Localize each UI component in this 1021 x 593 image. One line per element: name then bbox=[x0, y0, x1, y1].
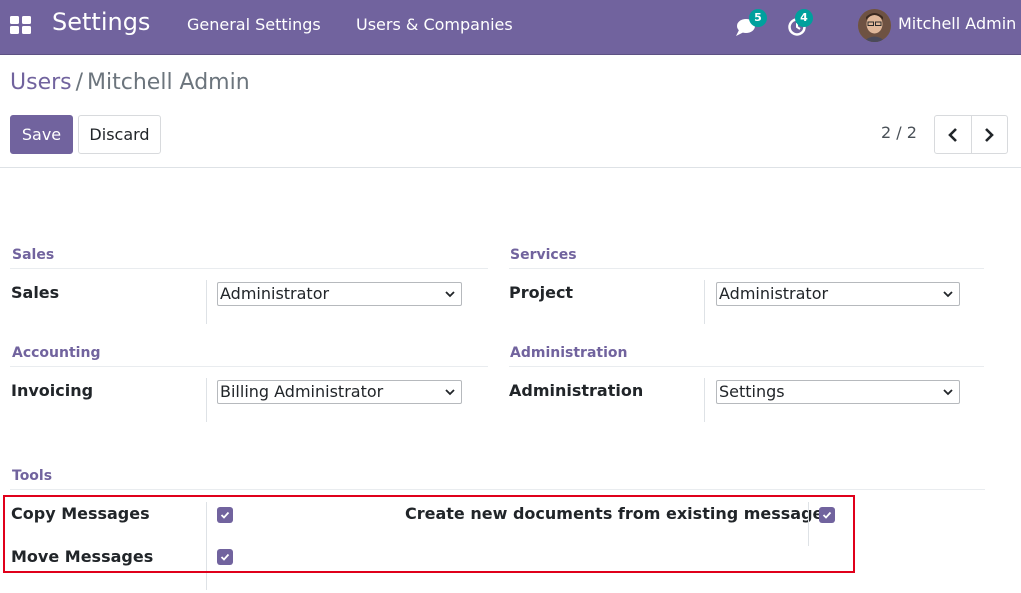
invoicing-access-select[interactable]: Billing Administrator bbox=[217, 380, 462, 404]
group-rule-accounting bbox=[10, 366, 488, 367]
activities-badge: 4 bbox=[795, 9, 813, 27]
chevron-down-icon bbox=[445, 291, 455, 298]
breadcrumb: Users / Mitchell Admin bbox=[10, 70, 250, 95]
control-panel-divider bbox=[0, 167, 1021, 168]
app-title[interactable]: Settings bbox=[52, 8, 150, 36]
messages-badge: 5 bbox=[749, 9, 767, 27]
group-rule-administration bbox=[509, 366, 984, 367]
administration-access-value: Settings bbox=[719, 382, 785, 401]
field-label-project: Project bbox=[509, 283, 574, 302]
chevron-right-icon bbox=[985, 127, 995, 142]
group-rule-services bbox=[509, 268, 984, 269]
breadcrumb-separator: / bbox=[75, 70, 84, 95]
field-label-invoicing: Invoicing bbox=[11, 381, 94, 400]
discard-button[interactable]: Discard bbox=[78, 115, 161, 154]
project-access-value: Administrator bbox=[719, 284, 829, 303]
group-rule-tools bbox=[10, 489, 985, 490]
apps-grid-icon[interactable] bbox=[10, 16, 31, 34]
label-separator bbox=[206, 280, 207, 324]
group-rule-sales bbox=[10, 268, 488, 269]
chevron-left-icon bbox=[947, 127, 957, 142]
pager-buttons bbox=[934, 115, 1008, 154]
label-separator bbox=[206, 378, 207, 422]
field-label-sales: Sales bbox=[11, 283, 60, 302]
messages-button[interactable]: 5 bbox=[733, 9, 767, 42]
sales-access-value: Administrator bbox=[220, 284, 330, 303]
breadcrumb-current: Mitchell Admin bbox=[87, 70, 250, 95]
group-title-tools: Tools bbox=[12, 468, 53, 484]
chevron-down-icon bbox=[943, 291, 953, 298]
group-title-sales: Sales bbox=[12, 247, 55, 263]
group-title-accounting: Accounting bbox=[12, 345, 101, 361]
activities-button[interactable]: 4 bbox=[787, 9, 813, 42]
chevron-down-icon bbox=[943, 389, 953, 396]
menu-general-settings[interactable]: General Settings bbox=[187, 15, 321, 34]
avatar[interactable] bbox=[858, 9, 891, 42]
sales-access-select[interactable]: Administrator bbox=[217, 282, 462, 306]
pager-value[interactable]: 2 / 2 bbox=[881, 123, 917, 142]
project-access-select[interactable]: Administrator bbox=[716, 282, 960, 306]
field-label-administration: Administration bbox=[509, 381, 644, 400]
save-button[interactable]: Save bbox=[10, 115, 73, 154]
group-title-administration: Administration bbox=[510, 345, 628, 361]
top-navbar: Settings General Settings Users & Compan… bbox=[0, 0, 1021, 55]
pager-previous-button[interactable] bbox=[935, 116, 971, 153]
menu-users-companies[interactable]: Users & Companies bbox=[356, 15, 513, 34]
label-separator bbox=[704, 378, 705, 422]
invoicing-access-value: Billing Administrator bbox=[220, 382, 384, 401]
group-title-services: Services bbox=[510, 247, 577, 263]
label-separator bbox=[704, 280, 705, 324]
user-photo-icon bbox=[858, 9, 891, 42]
chevron-down-icon bbox=[445, 389, 455, 396]
user-menu-name[interactable]: Mitchell Admin bbox=[898, 14, 1016, 33]
breadcrumb-users-link[interactable]: Users bbox=[10, 70, 72, 95]
pager-next-button[interactable] bbox=[970, 116, 1008, 153]
administration-access-select[interactable]: Settings bbox=[716, 380, 960, 404]
highlight-box bbox=[3, 495, 855, 573]
